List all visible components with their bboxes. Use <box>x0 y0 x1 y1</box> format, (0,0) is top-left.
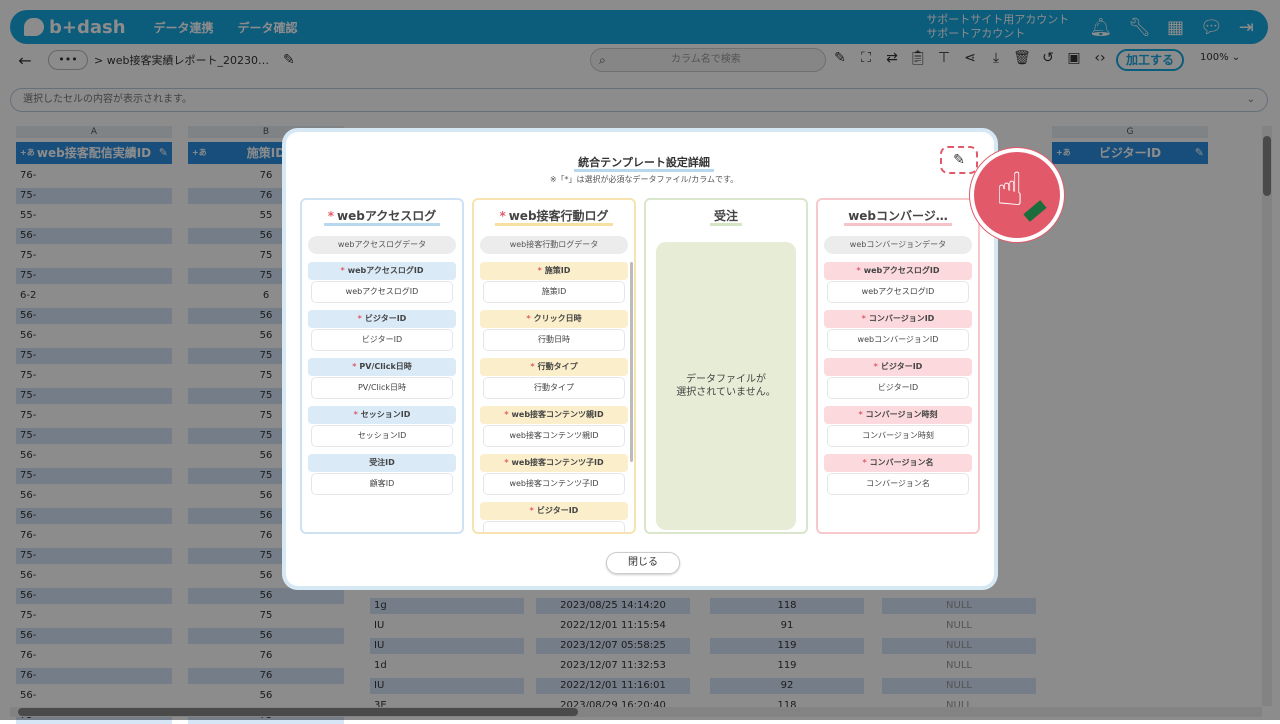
field-value[interactable]: webアクセスログID <box>828 282 968 302</box>
template-settings-modal: 統合テンプレート設定詳細 ※「*」は選択が必須なデータファイル/カラムです。 ✎… <box>282 128 998 590</box>
modal-title: 統合テンプレート設定詳細 <box>286 154 1002 172</box>
field-value[interactable]: ビジターID <box>828 378 968 398</box>
column-mapping: * コンバージョン時刻 コンバージョン時刻 <box>824 406 972 446</box>
required-star: * <box>873 362 878 371</box>
required-star: * <box>861 314 866 323</box>
field-label: 受注ID <box>308 454 456 472</box>
column-mapping: 受注ID 顧客ID <box>308 454 456 494</box>
column-mapping: * web接客コンテンツ親ID web接客コンテンツ親ID <box>480 406 628 446</box>
data-file-name[interactable]: web接客行動ログデータ <box>480 236 628 254</box>
field-label: * web接客コンテンツ親ID <box>480 406 628 424</box>
card-scrollbar[interactable] <box>630 262 633 462</box>
card-title: 受注 <box>646 206 806 234</box>
required-star: * <box>858 410 863 419</box>
field-label: * ビジターID <box>824 358 972 376</box>
field-label: * ビジターID <box>480 502 628 520</box>
field-label: * 行動タイプ <box>480 358 628 376</box>
template-card: 受注データファイルが 選択されていません。 <box>644 198 808 534</box>
column-mapping: * コンバージョンID webコンバージョンID <box>824 310 972 350</box>
field-label: * 施策ID <box>480 262 628 280</box>
field-value[interactable]: webアクセスログID <box>312 282 452 302</box>
hand-cuff <box>1023 200 1047 222</box>
field-value[interactable]: コンバージョン名 <box>828 474 968 494</box>
required-star: * <box>526 314 531 323</box>
field-value[interactable]: ビジターID <box>312 330 452 350</box>
required-star: * <box>504 410 509 419</box>
data-file-name[interactable]: webアクセスログデータ <box>308 236 456 254</box>
field-label: * コンバージョンID <box>824 310 972 328</box>
column-mapping: * web接客コンテンツ子ID web接客コンテンツ子ID <box>480 454 628 494</box>
required-star: * <box>530 362 535 371</box>
required-star: * <box>499 209 506 223</box>
column-mapping: * ビジターID <box>480 502 628 532</box>
required-star: * <box>862 458 867 467</box>
template-card: webコンバージ… webコンバージョンデータ * webアクセスログID webアクセ… <box>816 198 980 534</box>
column-mapping: * コンバージョン名 コンバージョン名 <box>824 454 972 494</box>
required-star: * <box>352 362 357 371</box>
field-label: * クリック日時 <box>480 310 628 328</box>
field-label: * コンバージョン名 <box>824 454 972 472</box>
column-mapping: * ビジターID ビジターID <box>308 310 456 350</box>
column-mapping: * セッションID セッションID <box>308 406 456 446</box>
column-mapping: * 施策ID 施策ID <box>480 262 628 302</box>
field-label: * セッションID <box>308 406 456 424</box>
field-value[interactable]: 顧客ID <box>312 474 452 494</box>
field-value[interactable]: web接客コンテンツ親ID <box>484 426 624 446</box>
field-label: * ビジターID <box>308 310 456 328</box>
required-star: * <box>856 266 861 275</box>
field-label: * webアクセスログID <box>308 262 456 280</box>
field-value[interactable]: セッションID <box>312 426 452 446</box>
pointing-hand-icon: ☝ <box>970 148 1064 242</box>
required-star: * <box>327 209 335 223</box>
card-title: * webアクセスログ <box>302 206 462 234</box>
field-value[interactable]: webコンバージョンID <box>828 330 968 350</box>
field-value[interactable]: PV/Click日時 <box>312 378 452 398</box>
hand-glyph-icon: ☝ <box>996 162 1025 216</box>
field-value[interactable]: web接客コンテンツ子ID <box>484 474 624 494</box>
template-card: * web接客行動ログ web接客行動ログデータ * 施策ID 施策ID * クリック日時 行動… <box>472 198 636 534</box>
required-star: * <box>353 410 358 419</box>
field-value[interactable]: コンバージョン時刻 <box>828 426 968 446</box>
field-value[interactable]: 行動タイプ <box>484 378 624 398</box>
field-label: * PV/Click日時 <box>308 358 456 376</box>
required-star: * <box>529 506 534 515</box>
card-title: * web接客行動ログ <box>474 206 634 234</box>
required-star: * <box>340 266 345 275</box>
field-label: * web接客コンテンツ子ID <box>480 454 628 472</box>
card-title: webコンバージ… <box>818 206 978 234</box>
field-label: * webアクセスログID <box>824 262 972 280</box>
field-value[interactable] <box>484 522 624 532</box>
required-star: * <box>504 458 509 467</box>
column-mapping: * webアクセスログID webアクセスログID <box>308 262 456 302</box>
field-value[interactable]: 行動日時 <box>484 330 624 350</box>
edit-template-button[interactable]: ✎ <box>940 146 978 174</box>
column-mapping: * ビジターID ビジターID <box>824 358 972 398</box>
modal-note: ※「*」は選択が必須なデータファイル/カラムです。 <box>549 175 739 184</box>
empty-file-message: データファイルが 選択されていません。 <box>656 242 796 530</box>
column-mapping: * PV/Click日時 PV/Click日時 <box>308 358 456 398</box>
field-label: * コンバージョン時刻 <box>824 406 972 424</box>
required-star: * <box>357 314 362 323</box>
column-mapping: * クリック日時 行動日時 <box>480 310 628 350</box>
template-card: * webアクセスログ webアクセスログデータ * webアクセスログID webアクセ… <box>300 198 464 534</box>
column-mapping: * webアクセスログID webアクセスログID <box>824 262 972 302</box>
data-file-name[interactable]: webコンバージョンデータ <box>824 236 972 254</box>
close-button[interactable]: 閉じる <box>606 552 680 574</box>
field-value[interactable]: 施策ID <box>484 282 624 302</box>
required-star: * <box>537 266 542 275</box>
column-mapping: * 行動タイプ 行動タイプ <box>480 358 628 398</box>
